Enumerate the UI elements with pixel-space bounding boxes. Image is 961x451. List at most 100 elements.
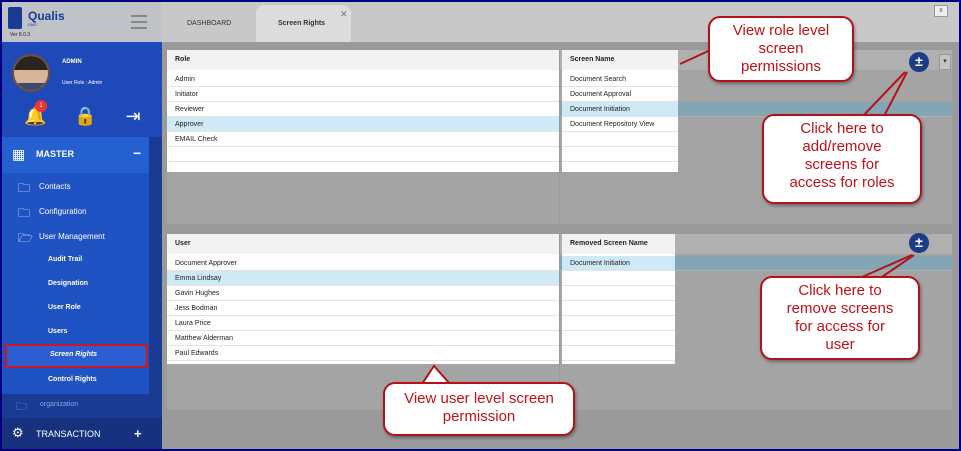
table-row[interactable] bbox=[562, 316, 675, 331]
tab-screen-rights[interactable]: Screen Rights ✕ bbox=[256, 5, 351, 42]
table-row[interactable]: Initiator bbox=[167, 87, 559, 102]
role-table: Role Admin Initiator Reviewer Approver EMAIL… bbox=[167, 50, 559, 172]
chevron-down-icon[interactable]: ▾ bbox=[939, 54, 951, 70]
table-row[interactable]: Document Approval bbox=[562, 87, 678, 102]
tab-label: Screen Rights bbox=[278, 20, 326, 27]
sidebar-item-users[interactable]: Users bbox=[2, 321, 149, 345]
window-close-button[interactable]: x bbox=[934, 5, 948, 17]
app-name: Qualis bbox=[28, 9, 65, 23]
profile-name: ADMIN bbox=[62, 59, 82, 65]
table-row[interactable]: Document Search bbox=[562, 72, 678, 87]
table-row[interactable]: EMAIL Check bbox=[167, 132, 559, 147]
sidebar-item-label: Screen Rights bbox=[50, 351, 98, 358]
sidebar-item-label: Users bbox=[48, 328, 68, 335]
screen-table: Screen Name Document Search Document Appr… bbox=[562, 50, 678, 172]
table-row[interactable]: Document Repository View bbox=[562, 117, 678, 132]
table-row[interactable]: Document Initiation bbox=[562, 102, 678, 117]
app-version: Ver 8.0.3 bbox=[10, 32, 31, 38]
table-row[interactable]: Reviewer bbox=[167, 102, 559, 117]
master-label: MASTER bbox=[36, 149, 74, 159]
notification-badge: 1 bbox=[35, 100, 47, 112]
transaction-label: TRANSACTION bbox=[36, 429, 101, 439]
sidebar-item-label: Audit Trail bbox=[48, 256, 83, 263]
sidebar-item-label: Control Rights bbox=[48, 376, 97, 383]
menu-section-master[interactable]: ▦ MASTER − bbox=[2, 137, 149, 173]
callout-line: Click here to bbox=[798, 282, 882, 299]
table-row[interactable]: Jess Bodman bbox=[167, 301, 559, 316]
removed-column-header: Removed Screen Name bbox=[562, 234, 675, 254]
grid-icon: ▦ bbox=[12, 146, 26, 162]
callout-line: remove screens bbox=[786, 300, 894, 317]
user-table: User Document Approver Emma Lindsay Gavin … bbox=[167, 234, 559, 364]
table-row[interactable] bbox=[167, 147, 559, 162]
callout-line: screen bbox=[758, 40, 804, 57]
callout-line: View role level bbox=[732, 22, 830, 39]
table-row[interactable]: Laura Price bbox=[167, 316, 559, 331]
master-menu: 🗀 Contacts 🗀 Configuration 🗁 User Manage… bbox=[2, 173, 149, 394]
sidebar-item-organization[interactable]: 🗀 organization bbox=[2, 394, 162, 418]
sidebar-item-user-management[interactable]: 🗁 User Management bbox=[2, 225, 149, 249]
remove-user-screens-button[interactable]: ± bbox=[909, 233, 929, 253]
callout-line: Click here to bbox=[800, 120, 884, 137]
table-row[interactable] bbox=[562, 271, 675, 286]
tab-dashboard[interactable]: DASHBOARD bbox=[172, 5, 252, 42]
table-row[interactable] bbox=[562, 346, 675, 361]
table-row[interactable]: Matthew Alderman bbox=[167, 331, 559, 346]
transaction-icon: ⚙ bbox=[12, 425, 24, 440]
sidebar-item-contacts[interactable]: 🗀 Contacts bbox=[2, 175, 149, 199]
folder-icon: 🗀 bbox=[16, 401, 27, 413]
sidebar-item-audit-trail[interactable]: Audit Trail bbox=[2, 249, 149, 273]
close-icon[interactable]: ✕ bbox=[340, 9, 348, 20]
logout-icon[interactable]: ⇥ bbox=[122, 105, 144, 127]
callout-line: View user level screen bbox=[404, 390, 554, 407]
app-window: Qualis DMS Ver 8.0.3 ADMIN User Role : A… bbox=[2, 2, 959, 449]
sidebar-item-user-role[interactable]: User Role bbox=[2, 297, 149, 321]
sidebar-item-label: Configuration bbox=[39, 207, 87, 216]
profile-role: User Role : Admin bbox=[62, 80, 103, 86]
callout-line: add/remove bbox=[802, 138, 882, 155]
table-row[interactable]: Emma Lindsay bbox=[167, 271, 559, 286]
tab-label: DASHBOARD bbox=[187, 20, 232, 27]
table-row[interactable] bbox=[562, 331, 675, 346]
callout-line: user bbox=[825, 336, 855, 353]
callout-view-user-permissions: View user level screen permission bbox=[383, 382, 575, 436]
folder-icon: 🗀 bbox=[18, 206, 31, 220]
avatar[interactable] bbox=[12, 54, 50, 92]
callout-view-role-permissions: View role level screen permissions bbox=[708, 16, 854, 82]
table-row[interactable] bbox=[562, 132, 678, 147]
role-panel-bg bbox=[167, 172, 559, 224]
screen-column-header: Screen Name bbox=[562, 50, 678, 70]
callout-add-remove-role-screens: Click here to add/remove screens for acc… bbox=[762, 114, 922, 204]
app-logo-icon bbox=[8, 7, 22, 29]
table-row[interactable]: Admin bbox=[167, 72, 559, 87]
menu-section-transaction[interactable]: ⚙ TRANSACTION + bbox=[2, 418, 162, 449]
folder-icon: 🗀 bbox=[18, 181, 31, 195]
sidebar-scrollbar[interactable] bbox=[152, 173, 158, 418]
role-column-header: Role bbox=[167, 50, 559, 70]
sidebar-item-designation[interactable]: Designation bbox=[2, 273, 149, 297]
table-row[interactable] bbox=[562, 301, 675, 316]
sidebar-item-screen-rights[interactable]: Screen Rights bbox=[5, 344, 148, 368]
sidebar-item-control-rights[interactable]: Control Rights bbox=[2, 369, 149, 393]
sidebar: Qualis DMS Ver 8.0.3 ADMIN User Role : A… bbox=[2, 2, 162, 449]
folder-open-icon: 🗁 bbox=[18, 231, 33, 245]
sidebar-item-label: User Role bbox=[48, 304, 81, 311]
user-column-header: User bbox=[167, 234, 559, 254]
hamburger-menu-icon[interactable] bbox=[131, 15, 147, 29]
profile-panel: ADMIN User Role : Admin 🔔 1 🔒 ⇥ bbox=[2, 42, 162, 137]
table-row[interactable]: Document Initiation bbox=[562, 256, 675, 271]
lock-icon[interactable]: 🔒 bbox=[74, 105, 96, 127]
collapse-icon[interactable]: − bbox=[133, 145, 141, 161]
brand-header: Qualis DMS Ver 8.0.3 bbox=[2, 2, 162, 42]
table-row[interactable]: Approver bbox=[167, 117, 559, 132]
sidebar-item-configuration[interactable]: 🗀 Configuration bbox=[2, 200, 149, 224]
table-row[interactable]: Gavin Hughes bbox=[167, 286, 559, 301]
add-remove-role-screens-button[interactable]: ± bbox=[909, 52, 929, 72]
expand-icon[interactable]: + bbox=[134, 426, 142, 441]
table-row[interactable]: Document Approver bbox=[167, 256, 559, 271]
table-row[interactable] bbox=[562, 286, 675, 301]
callout-line: screens for bbox=[804, 156, 880, 173]
table-row[interactable]: Paul Edwards bbox=[167, 346, 559, 361]
table-row[interactable] bbox=[562, 147, 678, 162]
sidebar-item-label: Contacts bbox=[39, 182, 71, 191]
